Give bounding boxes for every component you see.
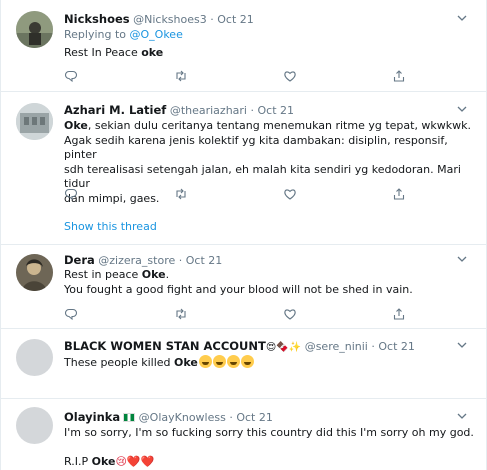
replying-to-label: Replying to: [64, 28, 127, 41]
tweet-text-part: R.I.P: [64, 454, 92, 468]
tweet-header: BLACK WOMEN STAN ACCOUNT😍🍫✨ @sere_ninii …: [64, 339, 415, 354]
tweet-header: Olayinka @OlayKnowless · Oct 21: [64, 410, 273, 425]
tweet-text: I'm so sorry, I'm so fucking sorry this …: [64, 426, 474, 469]
retweet-icon[interactable]: [174, 69, 190, 85]
avatar[interactable]: [16, 254, 53, 291]
tweet-text-part: Rest in peace: [64, 268, 142, 281]
avatar[interactable]: [16, 103, 53, 140]
share-icon[interactable]: [392, 187, 408, 203]
tweet-actions: [64, 69, 414, 85]
tweet-replies-list: Nickshoes @Nickshoes3 · Oct 21 Replying …: [0, 0, 487, 470]
tweet[interactable]: Olayinka @OlayKnowless · Oct 21 I'm so s…: [1, 399, 486, 470]
tweet[interactable]: Azhari M. Latief @theariazhari · Oct 21 …: [1, 92, 486, 245]
tweet-actions: [64, 187, 414, 203]
tweet[interactable]: Dera @zizera_store · Oct 21 Rest in peac…: [1, 245, 486, 329]
tweet-header: Dera @zizera_store · Oct 21: [64, 253, 222, 268]
avatar[interactable]: [16, 407, 53, 444]
share-icon[interactable]: [392, 307, 408, 323]
tweet-text-part: .: [165, 268, 170, 281]
separator-dot: ·: [250, 104, 255, 117]
tweet-text: Rest in peace Oke. You fought a good fig…: [64, 268, 474, 297]
tweet-header: Nickshoes @Nickshoes3 · Oct 21: [64, 12, 254, 27]
display-name[interactable]: BLACK WOMEN STAN ACCOUNT: [64, 339, 266, 353]
display-name[interactable]: Olayinka: [64, 410, 120, 424]
heart-icon[interactable]: [283, 307, 299, 323]
tweet-text-line: Agak sedih karena jenis kolektif yg kita…: [64, 133, 448, 162]
show-thread-link[interactable]: Show this thread: [64, 220, 157, 233]
grimace-emoji: [198, 355, 212, 368]
tweet-text-bold: Oke: [174, 356, 198, 369]
cry-heart-emoji: 😢❤️❤️: [115, 454, 155, 468]
separator-dot: ·: [371, 340, 375, 353]
heart-icon[interactable]: [283, 187, 299, 203]
heart-icon[interactable]: [283, 69, 299, 85]
tweet-date[interactable]: Oct 21: [217, 13, 254, 26]
tweet-text-bold: Oke: [91, 454, 116, 468]
grimace-emoji: [212, 355, 226, 368]
tweet-date[interactable]: Oct 21: [378, 340, 415, 353]
replying-to-handle[interactable]: @O_Okee: [130, 28, 183, 41]
display-name[interactable]: Nickshoes: [64, 12, 130, 26]
separator-dot: ·: [210, 13, 214, 26]
name-emoji: 😍🍫✨: [265, 342, 302, 353]
share-icon[interactable]: [392, 69, 408, 85]
replying-to: Replying to @O_Okee: [64, 28, 183, 42]
tweet-date[interactable]: Oct 21: [186, 254, 223, 267]
tweet-text-line: You fought a good fight and your blood w…: [64, 282, 413, 296]
retweet-icon[interactable]: [174, 307, 190, 323]
tweet-date[interactable]: Oct 21: [236, 411, 273, 424]
grimace-emoji: [240, 355, 254, 368]
tweet-header: Azhari M. Latief @theariazhari · Oct 21: [64, 103, 294, 118]
separator-dot: ·: [178, 254, 183, 267]
separator-dot: ·: [229, 411, 233, 424]
tweet-text-line: Oke, sekian dulu ceritanya tentang menem…: [64, 119, 474, 134]
tweet-text-line: Rest in peace Oke.: [64, 268, 474, 283]
tweet-text: Rest In Peace oke: [64, 46, 474, 61]
reply-icon[interactable]: [64, 69, 80, 85]
tweet-date[interactable]: Oct 21: [258, 104, 295, 117]
retweet-icon[interactable]: [174, 187, 190, 203]
tweet-text-part: Rest In Peace: [64, 46, 142, 59]
tweet[interactable]: BLACK WOMEN STAN ACCOUNT😍🍫✨ @sere_ninii …: [1, 329, 486, 399]
tweet-text-bold: Oke: [64, 119, 88, 132]
display-name[interactable]: Dera: [64, 253, 95, 267]
nigeria-flag-icon: [123, 413, 136, 422]
user-handle[interactable]: @Nickshoes3: [133, 13, 207, 26]
reply-icon[interactable]: [64, 187, 80, 203]
user-handle[interactable]: @OlayKnowless: [139, 411, 226, 424]
user-handle[interactable]: @theariazhari: [170, 104, 247, 117]
user-handle[interactable]: @zizera_store: [98, 254, 175, 267]
tweet[interactable]: Nickshoes @Nickshoes3 · Oct 21 Replying …: [1, 0, 486, 92]
reply-icon[interactable]: [64, 307, 80, 323]
chevron-down-icon[interactable]: [456, 12, 472, 28]
user-handle[interactable]: @sere_ninii: [305, 340, 368, 353]
avatar[interactable]: [16, 339, 53, 376]
chevron-down-icon[interactable]: [456, 103, 472, 119]
display-name[interactable]: Azhari M. Latief: [64, 103, 166, 117]
chevron-down-icon[interactable]: [456, 410, 472, 426]
tweet-text-part: , sekian dulu ceritanya tentang menemuka…: [87, 119, 472, 132]
tweet-text-line: I'm so sorry, I'm so fucking sorry this …: [64, 426, 474, 439]
avatar[interactable]: [16, 11, 53, 48]
tweet-text: These people killed Oke: [64, 355, 474, 371]
tweet-text-bold: Oke: [141, 268, 166, 281]
tweet-text-line: R.I.P Oke😢❤️❤️: [64, 455, 474, 470]
tweet-text-part: These people killed: [64, 356, 175, 369]
grimace-emoji: [226, 355, 240, 368]
tweet-text-bold: oke: [141, 46, 164, 59]
tweet-actions: [64, 307, 414, 323]
chevron-down-icon[interactable]: [456, 253, 472, 269]
chevron-down-icon[interactable]: [456, 339, 472, 355]
